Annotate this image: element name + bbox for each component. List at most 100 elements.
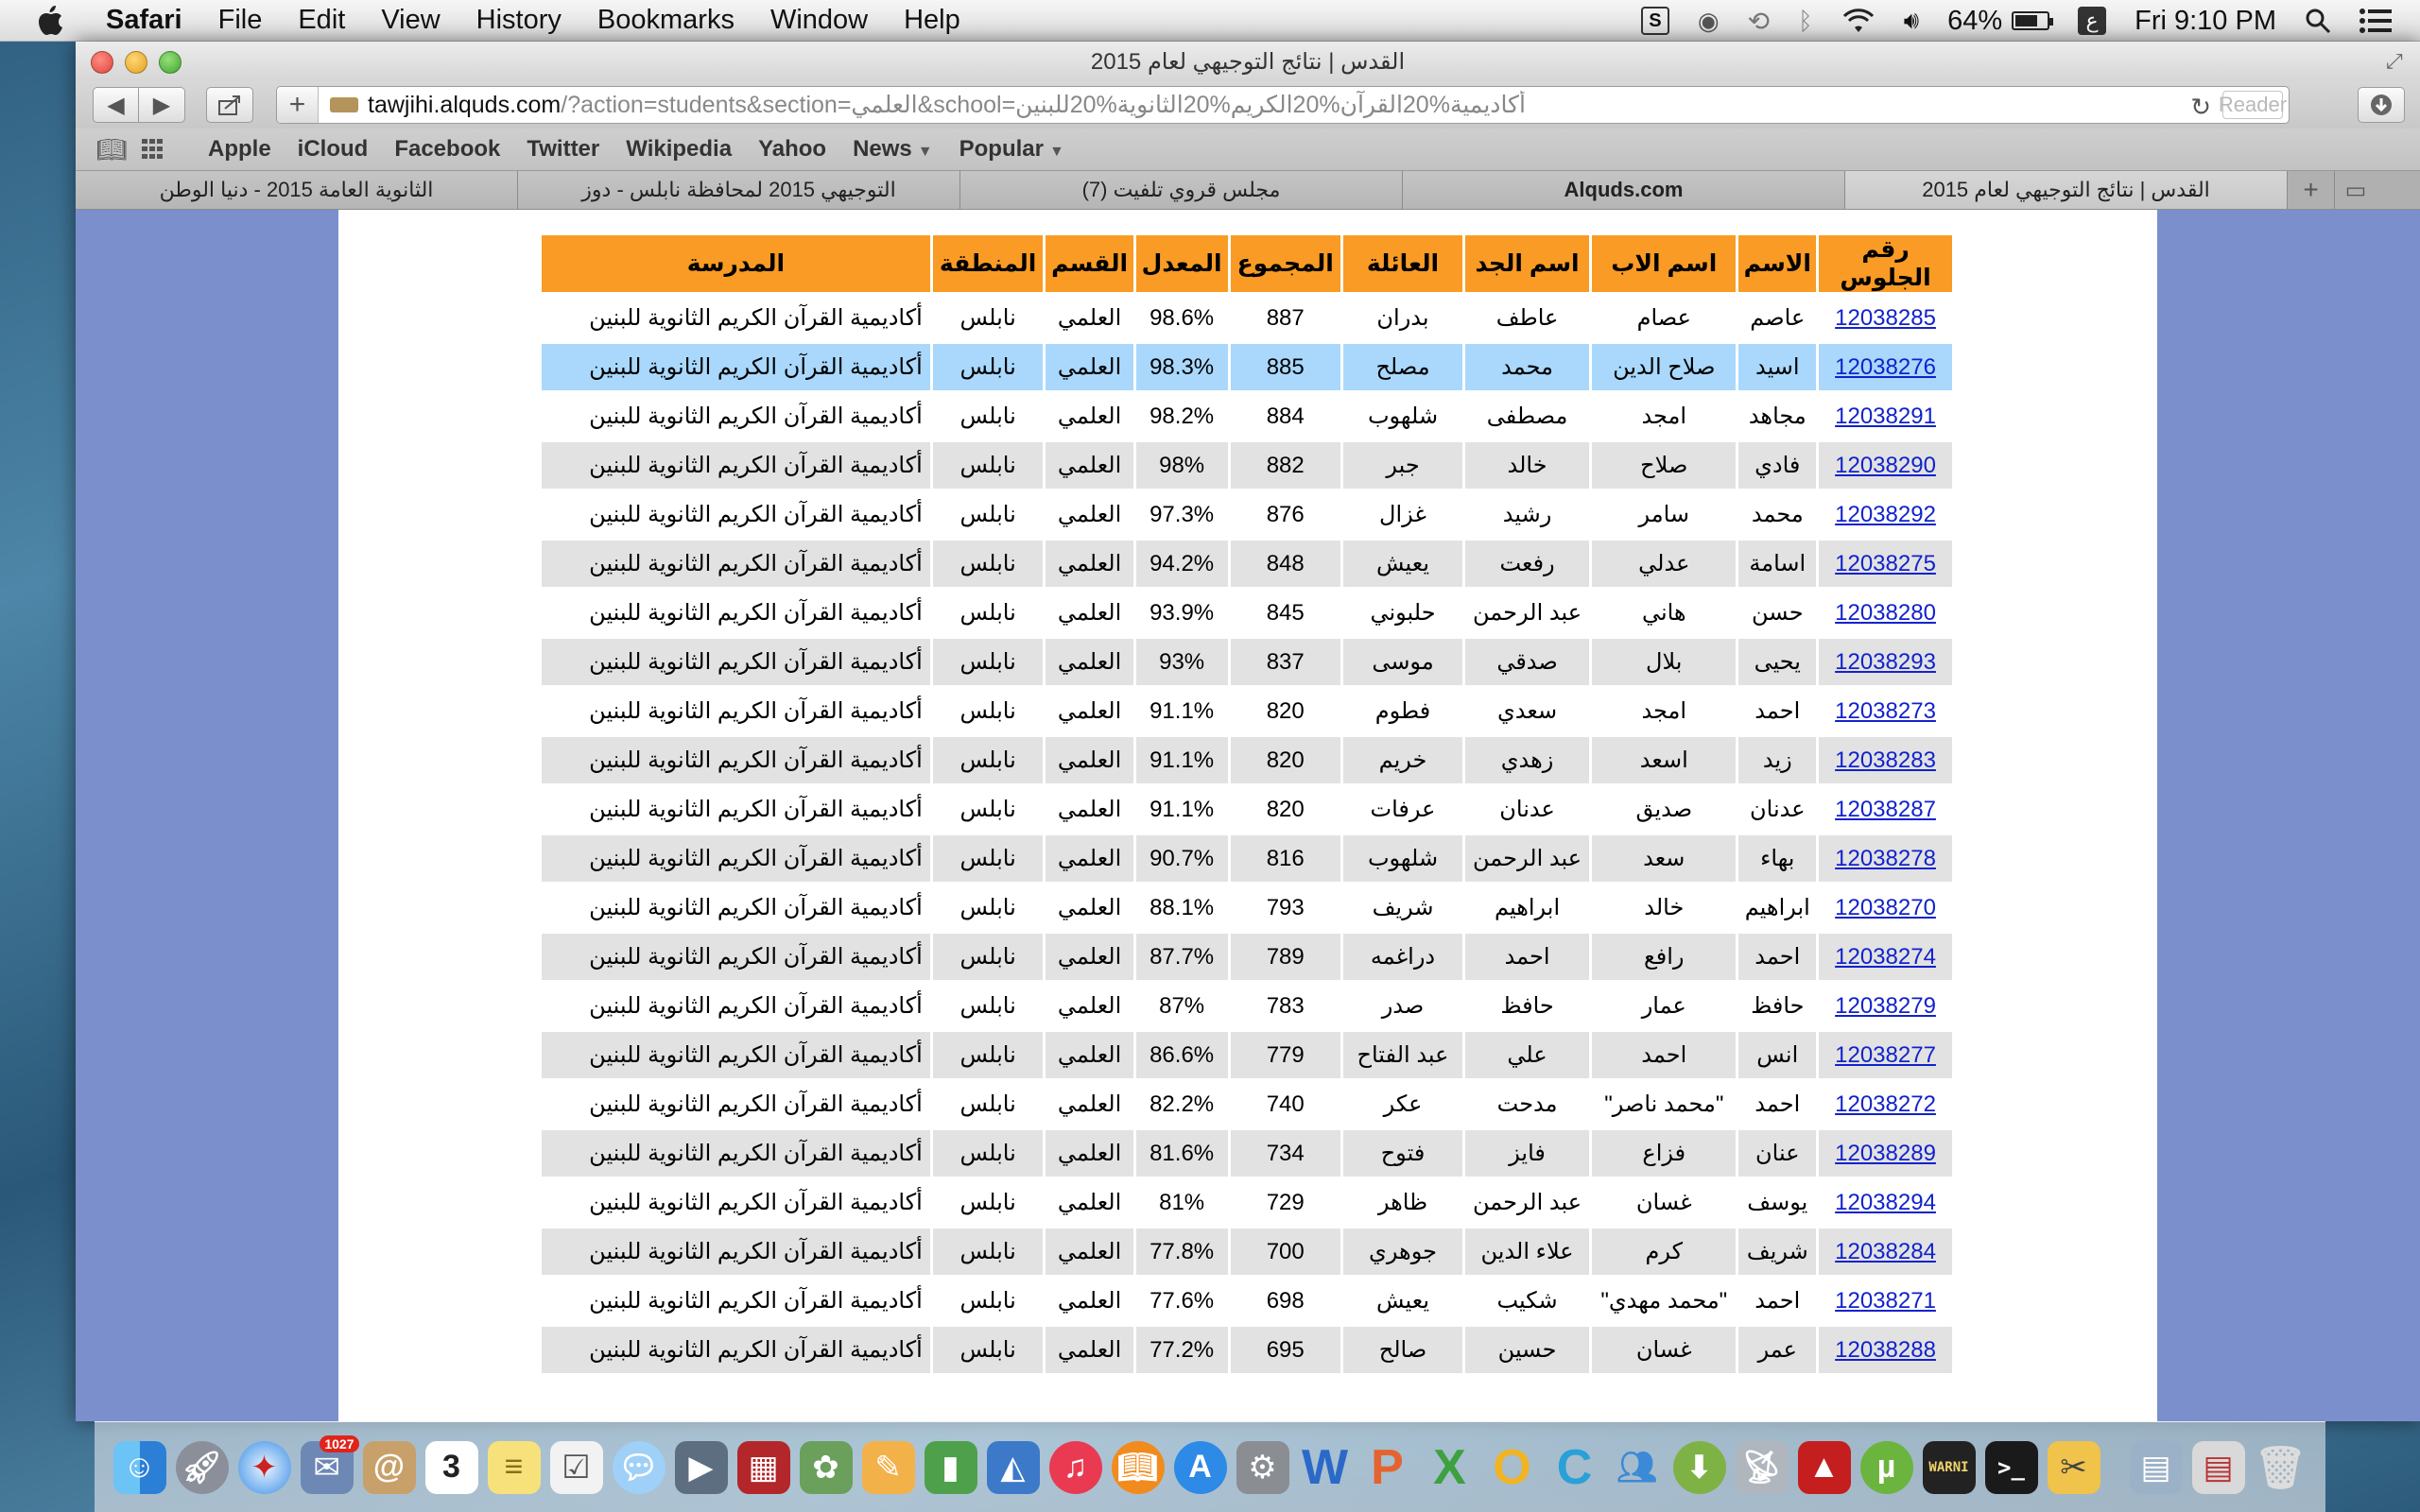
menu-app-name[interactable]: Safari <box>106 5 182 36</box>
status-s-icon[interactable]: S <box>1640 7 1669 35</box>
spotlight-icon[interactable] <box>2305 8 2331 34</box>
cell-seat-number[interactable]: 12038288 <box>1819 1327 1952 1373</box>
cell-seat-number[interactable]: 12038277 <box>1819 1032 1952 1078</box>
cell-seat-number[interactable]: 12038287 <box>1819 786 1952 833</box>
messenger-icon[interactable]: 👥︎ <box>1611 1441 1664 1494</box>
notification-center-icon[interactable] <box>2360 9 2392 33</box>
word-icon[interactable]: W <box>1299 1440 1352 1495</box>
menu-view[interactable]: View <box>381 5 440 36</box>
menu-edit[interactable]: Edit <box>298 5 345 36</box>
time-machine-icon[interactable]: ⟲ <box>1748 6 1770 37</box>
numbers-icon[interactable]: ▮ <box>924 1440 977 1494</box>
menu-bookmarks[interactable]: Bookmarks <box>597 5 735 36</box>
cell-seat-number[interactable]: 12038270 <box>1819 885 1952 931</box>
cell-seat-number[interactable]: 12038273 <box>1819 688 1952 734</box>
bookmark-twitter[interactable]: Twitter <box>527 136 599 163</box>
tab-dooz[interactable]: التوجيهي 2015 لمحافظة نابلس - دوز <box>518 171 960 209</box>
cell-seat-number[interactable]: 12038278 <box>1819 835 1952 882</box>
acrobat-icon[interactable]: ▲ <box>1797 1440 1851 1494</box>
cell-seat-number[interactable]: 12038280 <box>1819 590 1952 636</box>
notes-icon[interactable]: ≡ <box>487 1440 541 1494</box>
bookmark-yahoo[interactable]: Yahoo <box>758 136 826 163</box>
cell-seat-number[interactable]: 12038274 <box>1819 934 1952 980</box>
input-source-icon[interactable]: ع <box>2078 7 2107 35</box>
menu-history[interactable]: History <box>476 5 562 36</box>
share-button[interactable] <box>206 87 253 123</box>
mail-icon[interactable]: ✉ 1027 <box>300 1435 359 1494</box>
tab-alquds[interactable]: Alquds.com <box>1403 171 1845 209</box>
ibooks-icon[interactable]: 📖︎ <box>1111 1440 1165 1494</box>
cell-seat-number[interactable]: 12038292 <box>1819 491 1952 538</box>
tab-donya-alwatan[interactable]: الثانوية العامة 2015 - دنيا الوطن <box>76 171 518 209</box>
volume-icon[interactable]: 🔊︎ <box>1904 6 1919 36</box>
safari-icon[interactable]: ✦ <box>237 1440 291 1494</box>
cell-seat-number[interactable]: 12038276 <box>1819 344 1952 390</box>
menu-window[interactable]: Window <box>770 5 868 36</box>
lync-icon[interactable]: C <box>1548 1440 1601 1495</box>
bookmark-wikipedia[interactable]: Wikipedia <box>626 136 732 163</box>
wifi-icon[interactable] <box>1841 8 1876 34</box>
pages-icon[interactable]: ✎ <box>861 1440 915 1494</box>
trash-icon[interactable]: 🗑︎ <box>2255 1441 2308 1494</box>
itunes-icon[interactable]: ♫ <box>1048 1440 1102 1494</box>
cell-seat-number[interactable]: 12038279 <box>1819 983 1952 1029</box>
messages-icon[interactable]: 💬︎ <box>612 1440 666 1494</box>
cell-seat-number[interactable]: 12038291 <box>1819 393 1952 439</box>
minimize-button[interactable] <box>125 51 147 74</box>
apple-menu-icon[interactable] <box>36 5 74 37</box>
transmission-icon[interactable]: ⬇ <box>1672 1440 1726 1494</box>
bookmark-apple[interactable]: Apple <box>208 136 271 163</box>
finder-icon[interactable]: ☺ <box>112 1440 166 1494</box>
documents-stack-icon[interactable]: ▤ <box>2129 1440 2183 1494</box>
console-icon[interactable]: WARNI <box>1922 1440 1976 1494</box>
cell-seat-number[interactable]: 12038272 <box>1819 1081 1952 1127</box>
satellite-icon[interactable]: 📡︎ <box>1735 1440 1789 1494</box>
photo-booth-icon[interactable]: ▦ <box>736 1440 790 1494</box>
cell-seat-number[interactable]: 12038294 <box>1819 1179 1952 1226</box>
tab-talfit-council[interactable]: (7) مجلس قروي تلفيت <box>960 171 1403 209</box>
keynote-icon[interactable]: ◭ <box>986 1440 1040 1494</box>
cell-seat-number[interactable]: 12038284 <box>1819 1228 1952 1275</box>
outlook-icon[interactable]: O <box>1486 1440 1539 1495</box>
contacts-icon[interactable]: @ <box>362 1440 416 1494</box>
downloads-stack-icon[interactable]: ▤ <box>2191 1440 2245 1494</box>
bluetooth-icon[interactable]: ᛒ <box>1798 7 1813 36</box>
reload-icon[interactable]: ↻ <box>2190 93 2211 122</box>
facetime-icon[interactable]: ▶ <box>674 1440 728 1494</box>
top-sites-grid-icon[interactable] <box>138 136 172 163</box>
tab-overview-icon[interactable]: ▭ <box>2335 171 2377 209</box>
calendar-icon[interactable]: 3 <box>424 1440 478 1494</box>
menu-file[interactable]: File <box>218 5 263 36</box>
cell-seat-number[interactable]: 12038283 <box>1819 737 1952 783</box>
utorrent-icon[interactable]: µ <box>1859 1440 1913 1494</box>
reading-list-icon[interactable]: 📖︎ <box>95 135 129 163</box>
menu-help[interactable]: Help <box>904 5 960 36</box>
excel-icon[interactable]: X <box>1424 1440 1477 1495</box>
cell-seat-number[interactable]: 12038275 <box>1819 541 1952 587</box>
forward-button[interactable]: ▶ <box>139 87 185 123</box>
app-store-icon[interactable]: A <box>1173 1440 1227 1494</box>
new-tab-button[interactable]: + <box>2288 171 2335 209</box>
close-button[interactable] <box>91 51 113 74</box>
bookmark-folder-news[interactable]: News ▼ <box>853 136 933 163</box>
launchpad-icon[interactable]: 🚀︎ <box>175 1440 229 1494</box>
downloads-button[interactable] <box>2358 87 2405 123</box>
reader-button[interactable]: Reader <box>2219 91 2287 119</box>
cell-seat-number[interactable]: 12038293 <box>1819 639 1952 685</box>
cell-seat-number[interactable]: 12038285 <box>1819 295 1952 341</box>
system-preferences-icon[interactable]: ⚙ <box>1236 1440 1289 1494</box>
fullscreen-icon[interactable]: ⤢ <box>2386 49 2412 76</box>
zoom-button[interactable] <box>159 51 182 74</box>
address-bar[interactable]: + tawjihi.alquds.com /?action=students&s… <box>276 86 2290 124</box>
clock[interactable]: Fri 9:10 PM <box>2135 6 2276 37</box>
tab-tawjihi-results[interactable]: القدس | نتائج التوجيهي لعام 2015 <box>1845 171 2288 209</box>
battery-status[interactable]: 64% <box>1947 6 2054 37</box>
terminal-icon[interactable]: >_ <box>1984 1440 2038 1494</box>
bookmark-facebook[interactable]: Facebook <box>394 136 500 163</box>
reminders-icon[interactable]: ☑ <box>549 1440 603 1494</box>
iphoto-icon[interactable]: ✿ <box>799 1440 853 1494</box>
eye-icon[interactable]: ◉ <box>1698 7 1720 36</box>
bookmark-folder-popular[interactable]: Popular ▼ <box>959 136 1064 163</box>
cell-seat-number[interactable]: 12038271 <box>1819 1278 1952 1324</box>
cell-seat-number[interactable]: 12038290 <box>1819 442 1952 489</box>
